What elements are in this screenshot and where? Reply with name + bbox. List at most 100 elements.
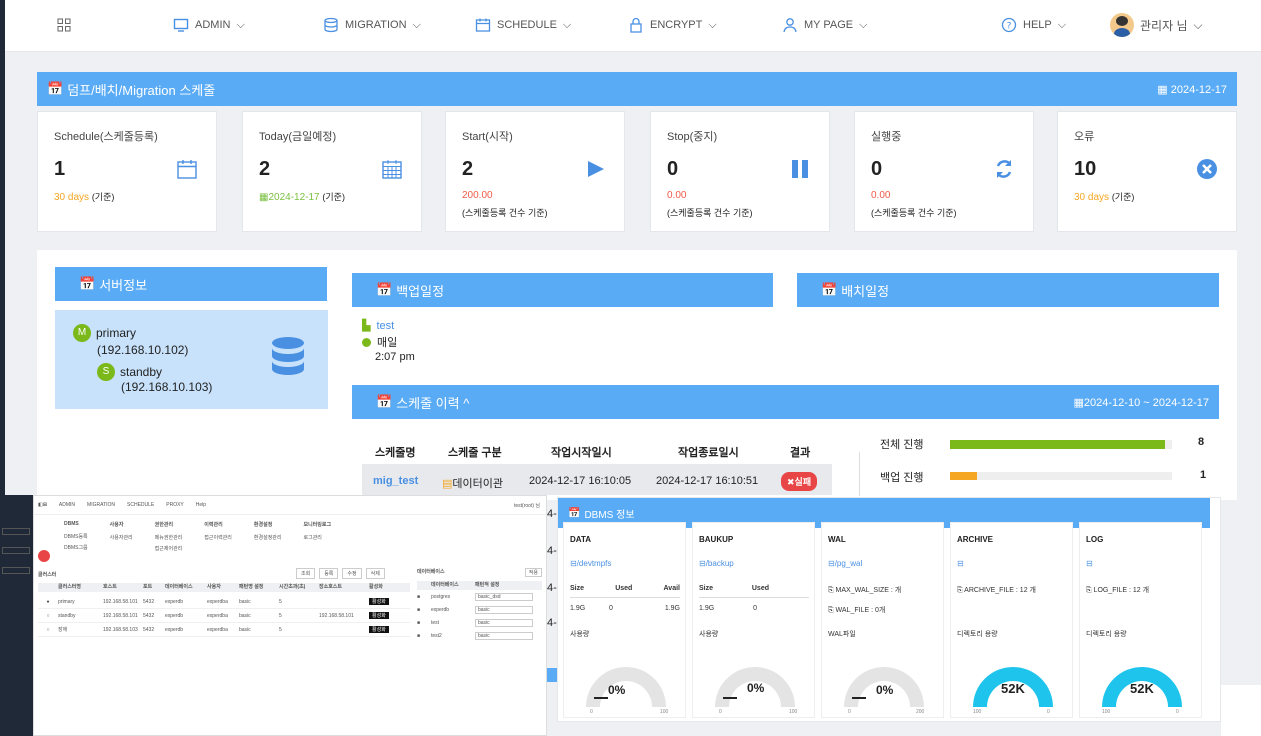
card-sub: 200.00 xyxy=(462,190,493,201)
stat-card-start: Start(시작) 2 200.00 (스케줄등록 건수 기준) xyxy=(445,111,625,232)
calendar-icon: 📅 xyxy=(568,507,581,519)
dashboard-header: 📅 덤프/배치/Migration 스케줄 ▦ 2024-12-17 xyxy=(37,72,1237,106)
server-info-body: M primary (192.168.10.102) S standby (19… xyxy=(55,310,328,409)
help-circle-icon: ? xyxy=(1001,17,1017,33)
user-icon xyxy=(783,18,797,33)
card-sub: 0.00 xyxy=(871,190,891,201)
avatar xyxy=(1110,13,1134,37)
schedule-history-header[interactable]: 📅 스케줄 이력 ^ ▦2024-12-10 ~ 2024-12-17 xyxy=(352,385,1219,419)
progress-total-value: 8 xyxy=(1198,436,1205,448)
overlay-nav-admin[interactable]: ADMIN xyxy=(59,502,75,508)
nav-help[interactable]: ? HELP ⌵ xyxy=(1001,17,1066,33)
schedule-history-range: ▦2024-12-10 ~ 2024-12-17 xyxy=(1073,396,1209,409)
card-title: Stop(중지) xyxy=(667,131,718,143)
calendar-icon: 📅 xyxy=(821,282,838,297)
apps-grid-icon[interactable] xyxy=(57,18,71,35)
card-title: Start(시작) xyxy=(462,131,513,143)
database-icon: ▤ xyxy=(442,478,453,490)
svg-text:?: ? xyxy=(1007,22,1012,32)
partial-bar xyxy=(547,668,557,682)
overlay-select[interactable]: basic xyxy=(475,605,533,614)
gauge-chart xyxy=(586,667,666,707)
path-link[interactable]: ⊟/backup xyxy=(699,559,734,568)
row-start: 2024-12-17 16:10:05 xyxy=(529,475,632,487)
dashboard-date: ▦ 2024-12-17 xyxy=(1157,83,1227,96)
batch-schedule-title: 배치일정 xyxy=(841,283,890,299)
card-title: 오류 xyxy=(1074,131,1095,143)
server-info-header: 📅 서버정보 xyxy=(55,267,327,301)
nav-user-menu[interactable]: 관리자 님 ⌵ xyxy=(1110,13,1203,37)
card-sub: 30 days (기준) xyxy=(54,192,115,203)
table-row[interactable]: mig_test ▤데이터이관 2024-12-17 16:10:05 2024… xyxy=(362,464,832,495)
stat-card-schedule: Schedule(스케줄등록) 1 30 days (기준) xyxy=(37,111,217,232)
row-name-link[interactable]: mig_test xyxy=(373,475,418,487)
status-dot-icon xyxy=(362,337,371,347)
calendar-icon: 📅 xyxy=(47,81,64,96)
table-row[interactable]: ○ standby 192.168.58.101 5432 experdb experd… xyxy=(38,609,410,623)
dbms-column-archive: ARCHIVE ⊟ ⎘ ARCHIVE_FILE : 12 개 디렉토리 용량 … xyxy=(950,522,1073,718)
top-navigation: ADMIN ⌵ MIGRATION ⌵ SCHEDULE ⌵ ENCRYPT ⌵ MY … xyxy=(5,0,1261,52)
card-value: 10 xyxy=(1074,158,1097,180)
dbms-column-backup: BAUKUP ⊟/backup Size Used 1.9G 0 사용량 0% 0 … xyxy=(692,522,815,718)
overlay-db-panel: 데이터베이스 적용 데이터베이스 패턴적 설정 ■ postgres basic_dsd… xyxy=(417,568,542,642)
server-primary[interactable]: M primary xyxy=(73,324,136,342)
toggle-switch[interactable]: 활성화 xyxy=(369,612,389,619)
overlay-select[interactable]: basic xyxy=(475,618,533,627)
overlay-user[interactable]: test(root) 님 xyxy=(514,502,548,509)
nav-migration[interactable]: MIGRATION ⌵ xyxy=(323,17,421,33)
pause-icon xyxy=(792,160,808,178)
overlay-btn-add[interactable]: 등록 xyxy=(319,568,339,579)
overlay-menu: DBMS DBMS등록 DBMS그룹 사용자 사용자관리 권한관리 메뉴권한관리 접근제어… xyxy=(64,521,332,552)
nav-schedule[interactable]: SCHEDULE ⌵ xyxy=(475,17,571,33)
progress-total-bar xyxy=(950,440,1172,449)
col-header-start: 작업시작일시 xyxy=(551,447,612,459)
divider xyxy=(859,452,860,496)
calendar-icon: 📅 xyxy=(79,276,96,291)
schedule-history-title: 스케줄 이력 ^ xyxy=(396,395,470,411)
nav-mypage[interactable]: MY PAGE ⌵ xyxy=(782,17,867,33)
overlay-nav-help[interactable]: Help xyxy=(196,502,206,508)
overlay-nav-schedule[interactable]: SCHEDULE xyxy=(127,502,154,508)
toggle-switch[interactable]: 활성화 xyxy=(369,626,389,633)
overlay-table-body: ● primary 192.168.58.101 5432 experdb experd… xyxy=(38,595,410,637)
server-standby[interactable]: S standby xyxy=(97,363,162,381)
backup-frequency: 매일 xyxy=(362,334,397,350)
table-row[interactable]: ○ 장애 192.168.58.103 5432 experdb experdba bas… xyxy=(38,623,410,637)
overlay-btn-edit[interactable]: 수정 xyxy=(342,568,362,579)
dbms-info-title: DBMS 정보 xyxy=(584,509,635,521)
card-sub: ▦2024-12-17 (기준) xyxy=(259,192,345,203)
nav-schedule-label: SCHEDULE xyxy=(497,19,557,31)
stat-card-stop: Stop(중지) 0 0.00 (스케줄등록 건수 기준) xyxy=(650,111,830,232)
overlay-nav-proxy[interactable]: PROXY xyxy=(166,502,184,508)
nav-admin[interactable]: ADMIN ⌵ xyxy=(173,17,245,33)
progress-backup-value: 1 xyxy=(1200,469,1207,481)
table-row[interactable]: ● primary 192.168.58.101 5432 experdb experd… xyxy=(38,595,410,609)
admin-cluster-screenshot: ◧⊞ ADMIN MIGRATION SCHEDULE PROXY Help t… xyxy=(33,495,548,736)
stat-card-running: 실행중 0 0.00 (스케줄등록 건수 기준) xyxy=(854,111,1034,232)
card-value: 0 xyxy=(871,158,883,180)
overlay-select[interactable]: basic xyxy=(475,631,533,640)
card-sub: 30 days (기준) xyxy=(1074,192,1135,203)
overlay-nav-migration[interactable]: MIGRATION xyxy=(87,502,115,508)
server-standby-name: standby xyxy=(120,365,163,379)
overlay-btn-delete[interactable]: 삭제 xyxy=(365,568,385,579)
overlay-list-title: 클러스터 xyxy=(38,572,57,578)
card-value: 2 xyxy=(462,158,474,180)
overlay-select[interactable]: basic_dsd xyxy=(475,592,533,601)
lock-icon xyxy=(630,17,642,33)
backup-item-link[interactable]: ▙ test xyxy=(362,319,394,333)
user-name: 관리자 님 xyxy=(1140,18,1188,33)
path-link[interactable]: ⊟ xyxy=(1086,559,1093,568)
calendar-icon xyxy=(475,18,491,32)
nav-mypage-label: MY PAGE xyxy=(804,19,854,31)
server-primary-name: primary xyxy=(96,326,137,340)
nav-encrypt[interactable]: ENCRYPT ⌵ xyxy=(628,17,717,33)
row-end: 2024-12-17 16:10:51 xyxy=(656,475,759,487)
backup-schedule-title: 백업일정 xyxy=(396,283,445,299)
path-link[interactable]: ⊟/pg_wal xyxy=(828,559,862,568)
path-link[interactable]: ⊟ xyxy=(957,559,964,568)
overlay-apply-button[interactable]: 적용 xyxy=(524,568,542,577)
toggle-switch[interactable]: 활성화 xyxy=(369,598,389,605)
path-link[interactable]: ⊟/devtmpfs xyxy=(570,559,611,568)
overlay-btn-search[interactable]: 조회 xyxy=(296,568,316,579)
